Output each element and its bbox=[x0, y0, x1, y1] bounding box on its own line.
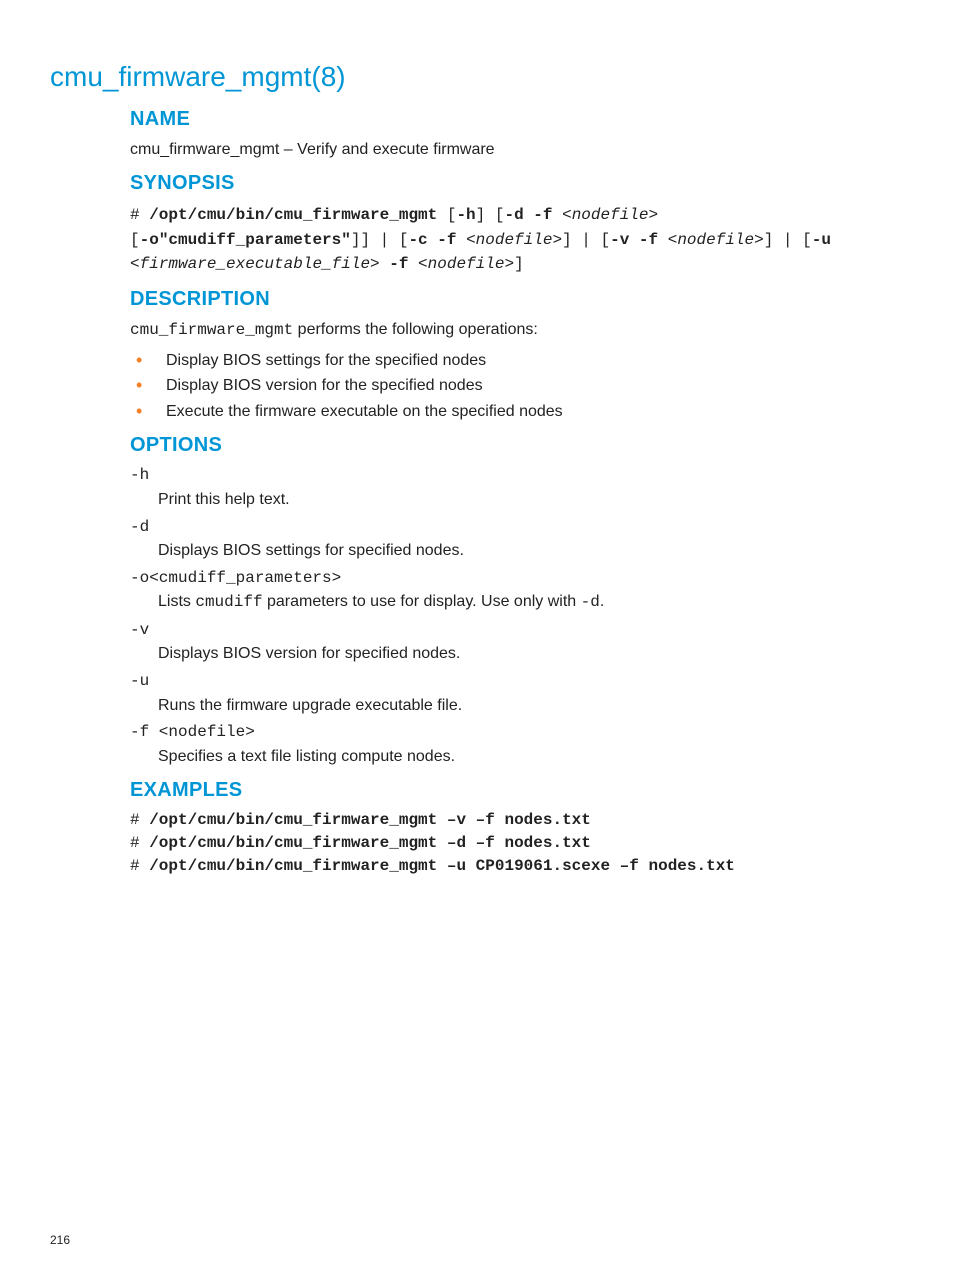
name-desc: Verify and execute firmware bbox=[297, 141, 494, 158]
description-bullets: Display BIOS settings for the specified … bbox=[130, 350, 904, 423]
option-desc-text: Displays BIOS settings for specified nod… bbox=[158, 542, 464, 559]
heading-synopsis: SYNOPSIS bbox=[130, 170, 904, 197]
name-cmd: cmu_firmware_mgmt – bbox=[130, 141, 297, 158]
page-title: cmu_firmware_mgmt(8) bbox=[50, 58, 904, 96]
option-desc-text: Lists bbox=[158, 593, 195, 610]
synopsis-text: >] bbox=[504, 255, 523, 273]
synopsis-text: > bbox=[649, 206, 659, 224]
option-desc-text: Displays BIOS version for specified node… bbox=[158, 645, 460, 662]
synopsis-flag-u: -u bbox=[812, 231, 831, 249]
option-desc: Print this help text. bbox=[158, 489, 904, 511]
synopsis-cmd: /opt/cmu/bin/cmu_firmware_mgmt bbox=[149, 206, 437, 224]
example-hash: # bbox=[130, 811, 149, 829]
option-flag: -v bbox=[130, 620, 904, 642]
example-line: # /opt/cmu/bin/cmu_firmware_mgmt –u CP01… bbox=[130, 856, 904, 878]
synopsis-flag-cf: -c -f bbox=[408, 231, 456, 249]
description-rest: performs the following operations: bbox=[293, 321, 538, 338]
synopsis-flag-f: -f bbox=[389, 255, 408, 273]
heading-options: OPTIONS bbox=[130, 432, 904, 459]
page-number: 216 bbox=[50, 1232, 70, 1248]
synopsis-flag-o: -o"cmudiff_parameters" bbox=[140, 231, 351, 249]
synopsis-arg-nodefile: nodefile bbox=[476, 231, 553, 249]
option-flag: -h bbox=[130, 465, 904, 487]
synopsis-text: >] | [ bbox=[552, 231, 610, 249]
option-desc-text: Specifies a text file listing compute no… bbox=[158, 748, 455, 765]
synopsis-hash: # bbox=[130, 206, 149, 224]
option-desc: Specifies a text file listing compute no… bbox=[158, 746, 904, 768]
option-desc: Displays BIOS settings for specified nod… bbox=[158, 540, 904, 562]
option-desc: Displays BIOS version for specified node… bbox=[158, 643, 904, 665]
synopsis-arg-nodefile: nodefile bbox=[428, 255, 505, 273]
synopsis-text: < bbox=[408, 255, 427, 273]
heading-description: DESCRIPTION bbox=[130, 286, 904, 313]
synopsis-text: < bbox=[456, 231, 475, 249]
option-desc: Runs the firmware upgrade executable fil… bbox=[158, 695, 904, 717]
synopsis-arg-nodefile: nodefile bbox=[677, 231, 754, 249]
option-desc-text: Runs the firmware upgrade executable fil… bbox=[158, 697, 462, 714]
example-line: # /opt/cmu/bin/cmu_firmware_mgmt –d –f n… bbox=[130, 833, 904, 855]
examples-block: # /opt/cmu/bin/cmu_firmware_mgmt –v –f n… bbox=[130, 810, 904, 877]
synopsis-text: ] [ bbox=[476, 206, 505, 224]
bullet-item: Display BIOS settings for the specified … bbox=[130, 350, 904, 372]
description-cmd: cmu_firmware_mgmt bbox=[130, 321, 293, 339]
synopsis-flag-h: -h bbox=[456, 206, 475, 224]
synopsis-text: < bbox=[130, 255, 140, 273]
example-line: # /opt/cmu/bin/cmu_firmware_mgmt –v –f n… bbox=[130, 810, 904, 832]
synopsis-flag-df: -d -f bbox=[504, 206, 552, 224]
synopsis-text: [ bbox=[130, 231, 140, 249]
synopsis-line: # /opt/cmu/bin/cmu_firmware_mgmt [-h] [-… bbox=[130, 203, 904, 276]
option-desc-code: cmudiff bbox=[195, 593, 262, 611]
synopsis-text: < bbox=[552, 206, 571, 224]
option-desc-code: -d bbox=[581, 593, 600, 611]
synopsis-text: >] | [ bbox=[754, 231, 812, 249]
synopsis-arg-fwfile: firmware_executable_file bbox=[140, 255, 370, 273]
option-desc-text: parameters to use for display. Use only … bbox=[263, 593, 581, 610]
example-cmd: /opt/cmu/bin/cmu_firmware_mgmt –v –f nod… bbox=[149, 811, 591, 829]
option-flag: -u bbox=[130, 671, 904, 693]
example-hash: # bbox=[130, 834, 149, 852]
synopsis-text: [ bbox=[437, 206, 456, 224]
description-intro: cmu_firmware_mgmt performs the following… bbox=[130, 319, 904, 342]
synopsis-arg-nodefile: nodefile bbox=[572, 206, 649, 224]
heading-name: NAME bbox=[130, 106, 904, 133]
example-cmd: /opt/cmu/bin/cmu_firmware_mgmt –u CP0190… bbox=[149, 857, 735, 875]
option-desc-text: . bbox=[600, 593, 604, 610]
option-desc: Lists cmudiff parameters to use for disp… bbox=[158, 591, 904, 614]
content-body: NAME cmu_firmware_mgmt – Verify and exec… bbox=[130, 106, 904, 877]
heading-examples: EXAMPLES bbox=[130, 777, 904, 804]
synopsis-text: ]] | [ bbox=[351, 231, 409, 249]
example-cmd: /opt/cmu/bin/cmu_firmware_mgmt –d –f nod… bbox=[149, 834, 591, 852]
synopsis-text: < bbox=[658, 231, 677, 249]
option-desc-text: Print this help text. bbox=[158, 491, 290, 508]
example-hash: # bbox=[130, 857, 149, 875]
option-flag: -f <nodefile> bbox=[130, 722, 904, 744]
name-line: cmu_firmware_mgmt – Verify and execute f… bbox=[130, 139, 904, 161]
bullet-item: Execute the firmware executable on the s… bbox=[130, 401, 904, 423]
bullet-item: Display BIOS version for the specified n… bbox=[130, 375, 904, 397]
option-flag: -o<cmudiff_parameters> bbox=[130, 568, 904, 590]
option-flag: -d bbox=[130, 517, 904, 539]
synopsis-flag-vf: -v -f bbox=[610, 231, 658, 249]
synopsis-text: > bbox=[370, 255, 389, 273]
